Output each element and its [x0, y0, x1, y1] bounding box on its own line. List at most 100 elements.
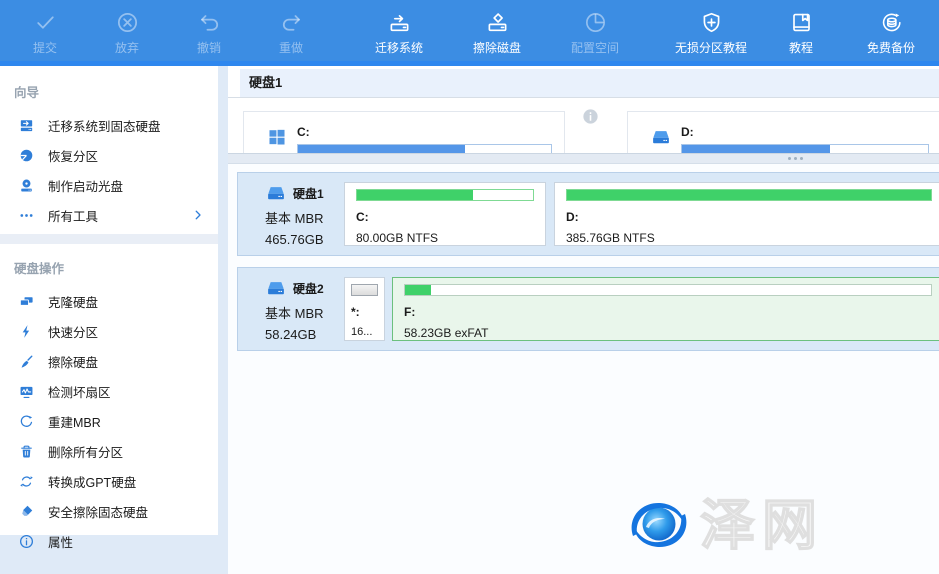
tutorial-label: 教程 [789, 39, 813, 56]
partition-label: C: [356, 210, 534, 224]
disk-row-2: 硬盘2 基本 MBR 58.24GB *: 16... F: 58.23GB e… [237, 267, 939, 351]
volume-usage-fill [682, 145, 830, 153]
sidebar-item-bootable-media[interactable]: 制作启动光盘 [0, 170, 218, 200]
volume-name: C: [297, 125, 552, 139]
tutorial-button[interactable]: 教程 [760, 2, 842, 64]
overview-splitter[interactable] [228, 153, 939, 164]
sidebar-item-wipe-drive[interactable]: 擦除硬盘 [0, 346, 218, 376]
main-area: 硬盘1 C: D: [228, 66, 939, 574]
overview-volume-c[interactable]: C: [243, 111, 565, 153]
hdd-icon [650, 126, 672, 148]
disk-tab-strip: 硬盘1 [228, 66, 939, 98]
partition-c[interactable]: C: 80.00GB NTFS [344, 182, 546, 246]
sidebar-item-quick-partition[interactable]: 快速分区 [0, 316, 218, 346]
redo-arrow-icon [279, 10, 304, 35]
watermark-text: 泽网 [700, 498, 824, 553]
sidebar-item-secure-erase-ssd[interactable]: 安全擦除固态硬盘 [0, 496, 218, 526]
recover-partition-icon [18, 147, 35, 164]
partition-label: *: [351, 305, 378, 319]
info-icon[interactable] [581, 107, 600, 126]
partition-usage-fill [405, 285, 431, 295]
migrate-system-drive-icon [387, 10, 412, 35]
redo-label: 重做 [279, 39, 303, 56]
disk-info-1[interactable]: 硬盘1 基本 MBR 465.76GB [238, 182, 344, 246]
volume-usage-bar [297, 144, 552, 153]
redo-button[interactable]: 重做 [250, 2, 332, 64]
free-backup-button[interactable]: 免费备份 [842, 2, 939, 64]
sidebar-item-all-tools[interactable]: 所有工具 [0, 200, 218, 230]
bad-sector-icon [18, 383, 35, 400]
volume-usage-bar [681, 144, 929, 153]
disk-tab[interactable]: 硬盘1 [240, 69, 939, 97]
sidebar-section-wizards: 向导 迁移系统到固态硬盘 恢复分区 制作启动光盘 所有工具 [0, 66, 218, 230]
sidebar-item-migrate-os-to-ssd[interactable]: 迁移系统到固态硬盘 [0, 110, 218, 140]
partition-label: F: [404, 305, 932, 319]
toolbar: 提交 放弃 撤销 重做 迁移系统 擦除磁盘 配置空间 无损分区教程 教程 免费备… [0, 0, 939, 66]
all-tools-icon [18, 207, 35, 224]
convert-gpt-icon [18, 473, 35, 490]
volume-name: D: [681, 125, 929, 139]
partition-tutorial-button[interactable]: 无损分区教程 [662, 2, 760, 64]
undo-arrow-icon [197, 10, 222, 35]
undo-button[interactable]: 撤销 [168, 2, 250, 64]
undo-label: 撤销 [197, 39, 221, 56]
partition-info: 385.76GB NTFS [566, 231, 932, 245]
sidebar-item-properties[interactable]: 属性 [0, 526, 218, 556]
properties-info-icon [18, 533, 35, 550]
book-icon [789, 10, 814, 35]
watermark: 泽网 [624, 494, 824, 556]
sidebar-divider [0, 234, 218, 244]
sidebar-item-bad-sector-test[interactable]: 检测坏扇区 [0, 376, 218, 406]
hdd-icon [265, 182, 287, 204]
allocate-space-button[interactable]: 配置空间 [546, 2, 644, 64]
partition-info: 58.23GB exFAT [404, 326, 932, 340]
free-backup-label: 免费备份 [867, 39, 915, 56]
wipe-disk-button[interactable]: 擦除磁盘 [448, 2, 546, 64]
partition-f[interactable]: F: 58.23GB exFAT [392, 277, 939, 341]
sidebar-item-recover-partition[interactable]: 恢复分区 [0, 140, 218, 170]
sidebar-section-title: 向导 [0, 66, 218, 110]
disk-type: 基本 MBR [265, 303, 344, 322]
discard-button[interactable]: 放弃 [86, 2, 168, 64]
volume-usage-fill [298, 145, 465, 153]
sidebar-item-clone-disk[interactable]: 克隆硬盘 [0, 286, 218, 316]
partition-info: 80.00GB NTFS [356, 231, 534, 245]
overview-volume-body: C: [297, 125, 552, 153]
partition-unformatted[interactable]: *: 16... [344, 277, 385, 341]
disk-list: 硬盘1 基本 MBR 465.76GB C: 80.00GB NTFS D: 3… [228, 164, 939, 574]
partition-info: 16... [351, 326, 378, 338]
overview-volume-d[interactable]: D: [627, 111, 939, 153]
sidebar-item-delete-all-partitions[interactable]: 删除所有分区 [0, 436, 218, 466]
allocate-space-pie-icon [583, 10, 608, 35]
hdd-icon [265, 277, 287, 299]
migrate-system-button[interactable]: 迁移系统 [350, 2, 448, 64]
chevron-right-icon [192, 209, 204, 221]
partition-tutorial-label: 无损分区教程 [675, 39, 747, 56]
disk-overview: C: D: [228, 98, 939, 153]
delete-partitions-trash-icon [18, 443, 35, 460]
partition-usage-fill [567, 190, 931, 200]
clone-disk-icon [18, 293, 35, 310]
discard-label: 放弃 [115, 39, 139, 56]
windows-logo-icon [266, 126, 288, 148]
overview-volume-body: D: [681, 125, 929, 153]
commit-check-icon [33, 10, 58, 35]
sidebar-item-rebuild-mbr[interactable]: 重建MBR [0, 406, 218, 436]
splitter-handle-icon [788, 157, 791, 160]
sidebar-item-convert-to-gpt[interactable]: 转换成GPT硬盘 [0, 466, 218, 496]
quick-partition-bolt-icon [18, 323, 35, 340]
disk-tab-label: 硬盘1 [249, 75, 282, 90]
disk-info-2[interactable]: 硬盘2 基本 MBR 58.24GB [238, 277, 344, 341]
partition-d[interactable]: D: 385.76GB NTFS [554, 182, 939, 246]
disk-name-line: 硬盘2 [265, 277, 344, 299]
migrate-os-to-ssd-icon [18, 117, 35, 134]
commit-label: 提交 [33, 39, 57, 56]
partition-usage-bar [356, 189, 534, 201]
wipe-drive-broom-icon [18, 353, 35, 370]
overview-card-gap [565, 98, 627, 153]
commit-button[interactable]: 提交 [4, 2, 86, 64]
shield-plus-icon [699, 10, 724, 35]
disk-name: 硬盘1 [293, 185, 324, 202]
partition-label: D: [566, 210, 932, 224]
disk-name: 硬盘2 [293, 280, 324, 297]
